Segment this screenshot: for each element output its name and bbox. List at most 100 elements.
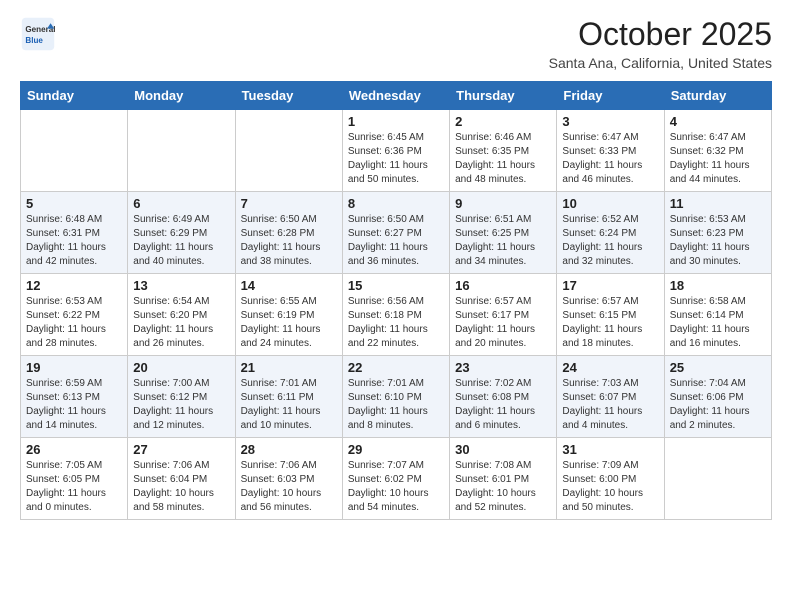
day-info: Sunrise: 7:08 AMSunset: 6:01 PMDaylight:… xyxy=(455,459,551,515)
day-number: 24 xyxy=(562,360,658,375)
calendar-table: Sunday Monday Tuesday Wednesday Thursday… xyxy=(20,81,772,520)
table-row: 31Sunrise: 7:09 AMSunset: 6:00 PMDayligh… xyxy=(557,438,664,520)
day-number: 8 xyxy=(348,196,444,211)
table-row: 24 Sunrise: 7:03 AMSunset: 6:07 PMDayligh… xyxy=(557,356,664,438)
table-row: 13 Sunrise: 6:54 AMSunset: 6:20 PMDayligh… xyxy=(128,274,235,356)
table-row: 19 Sunrise: 6:59 AMSunset: 6:13 PMDayligh… xyxy=(21,356,128,438)
day-number: 9 xyxy=(455,196,551,211)
table-row: 2Sunrise: 6:46 AMSunset: 6:35 PMDaylight… xyxy=(450,110,557,192)
day-number: 2 xyxy=(455,114,551,129)
day-info: Sunrise: 6:51 AMSunset: 6:25 PMDaylight:… xyxy=(455,213,551,269)
table-row: 25 Sunrise: 7:04 AMSunset: 6:06 PMDayligh… xyxy=(664,356,771,438)
calendar-week-row: 26Sunrise: 7:05 AMSunset: 6:05 PMDayligh… xyxy=(21,438,772,520)
day-number: 20 xyxy=(133,360,229,375)
table-row xyxy=(128,110,235,192)
day-number: 29 xyxy=(348,442,444,457)
day-number: 26 xyxy=(26,442,122,457)
table-row xyxy=(21,110,128,192)
day-info: Sunrise: 7:03 AMSunset: 6:07 PMDaylight:… xyxy=(562,377,658,433)
table-row: 30Sunrise: 7:08 AMSunset: 6:01 PMDayligh… xyxy=(450,438,557,520)
col-wednesday: Wednesday xyxy=(342,82,449,110)
day-info: Sunrise: 6:57 AMSunset: 6:15 PMDaylight:… xyxy=(562,295,658,351)
day-info: Sunrise: 7:06 AMSunset: 6:03 PMDaylight:… xyxy=(241,459,337,515)
table-row: 29Sunrise: 7:07 AMSunset: 6:02 PMDayligh… xyxy=(342,438,449,520)
day-info: Sunrise: 6:53 AMSunset: 6:22 PMDaylight:… xyxy=(26,295,122,351)
day-number: 17 xyxy=(562,278,658,293)
col-tuesday: Tuesday xyxy=(235,82,342,110)
day-info: Sunrise: 7:01 AMSunset: 6:10 PMDaylight:… xyxy=(348,377,444,433)
table-row: 6 Sunrise: 6:49 AMSunset: 6:29 PMDaylight… xyxy=(128,192,235,274)
day-number: 16 xyxy=(455,278,551,293)
table-row: 27Sunrise: 7:06 AMSunset: 6:04 PMDayligh… xyxy=(128,438,235,520)
day-info: Sunrise: 7:00 AMSunset: 6:12 PMDaylight:… xyxy=(133,377,229,433)
calendar-week-row: 1Sunrise: 6:45 AMSunset: 6:36 PMDaylight… xyxy=(21,110,772,192)
day-info: Sunrise: 6:50 AMSunset: 6:27 PMDaylight:… xyxy=(348,213,444,269)
day-number: 3 xyxy=(562,114,658,129)
day-number: 15 xyxy=(348,278,444,293)
day-info: Sunrise: 6:54 AMSunset: 6:20 PMDaylight:… xyxy=(133,295,229,351)
table-row: 18 Sunrise: 6:58 AMSunset: 6:14 PMDayligh… xyxy=(664,274,771,356)
table-row xyxy=(664,438,771,520)
svg-text:Blue: Blue xyxy=(25,36,43,45)
day-info: Sunrise: 6:52 AMSunset: 6:24 PMDaylight:… xyxy=(562,213,658,269)
table-row: 21 Sunrise: 7:01 AMSunset: 6:11 PMDayligh… xyxy=(235,356,342,438)
day-info: Sunrise: 6:56 AMSunset: 6:18 PMDaylight:… xyxy=(348,295,444,351)
day-info: Sunrise: 6:45 AMSunset: 6:36 PMDaylight:… xyxy=(348,131,444,187)
table-row: 9 Sunrise: 6:51 AMSunset: 6:25 PMDaylight… xyxy=(450,192,557,274)
table-row: 10 Sunrise: 6:52 AMSunset: 6:24 PMDayligh… xyxy=(557,192,664,274)
table-row: 8 Sunrise: 6:50 AMSunset: 6:27 PMDaylight… xyxy=(342,192,449,274)
table-row: 7Sunrise: 6:50 AMSunset: 6:28 PMDaylight… xyxy=(235,192,342,274)
day-number: 18 xyxy=(670,278,766,293)
day-info: Sunrise: 6:57 AMSunset: 6:17 PMDaylight:… xyxy=(455,295,551,351)
day-info: Sunrise: 7:06 AMSunset: 6:04 PMDaylight:… xyxy=(133,459,229,515)
table-row: 23Sunrise: 7:02 AMSunset: 6:08 PMDayligh… xyxy=(450,356,557,438)
table-row: 12 Sunrise: 6:53 AMSunset: 6:22 PMDayligh… xyxy=(21,274,128,356)
col-friday: Friday xyxy=(557,82,664,110)
day-number: 19 xyxy=(26,360,122,375)
table-row: 15 Sunrise: 6:56 AMSunset: 6:18 PMDayligh… xyxy=(342,274,449,356)
day-number: 10 xyxy=(562,196,658,211)
table-row: 4 Sunrise: 6:47 AMSunset: 6:32 PMDaylight… xyxy=(664,110,771,192)
table-row: 22 Sunrise: 7:01 AMSunset: 6:10 PMDayligh… xyxy=(342,356,449,438)
day-info: Sunrise: 6:47 AMSunset: 6:32 PMDaylight:… xyxy=(670,131,766,187)
logo: General Blue xyxy=(20,16,56,52)
table-row: 20 Sunrise: 7:00 AMSunset: 6:12 PMDayligh… xyxy=(128,356,235,438)
page-container: General Blue October 2025 Santa Ana, Cal… xyxy=(0,0,792,540)
header-area: General Blue October 2025 Santa Ana, Cal… xyxy=(20,16,772,71)
col-thursday: Thursday xyxy=(450,82,557,110)
day-info: Sunrise: 6:49 AMSunset: 6:29 PMDaylight:… xyxy=(133,213,229,269)
day-number: 23 xyxy=(455,360,551,375)
col-sunday: Sunday xyxy=(21,82,128,110)
table-row: 28 Sunrise: 7:06 AMSunset: 6:03 PMDayligh… xyxy=(235,438,342,520)
day-number: 5 xyxy=(26,196,122,211)
table-row: 17 Sunrise: 6:57 AMSunset: 6:15 PMDayligh… xyxy=(557,274,664,356)
day-info: Sunrise: 6:59 AMSunset: 6:13 PMDaylight:… xyxy=(26,377,122,433)
col-monday: Monday xyxy=(128,82,235,110)
day-number: 13 xyxy=(133,278,229,293)
title-area: October 2025 Santa Ana, California, Unit… xyxy=(549,16,772,71)
day-number: 21 xyxy=(241,360,337,375)
day-info: Sunrise: 6:58 AMSunset: 6:14 PMDaylight:… xyxy=(670,295,766,351)
day-number: 4 xyxy=(670,114,766,129)
table-row: 5Sunrise: 6:48 AMSunset: 6:31 PMDaylight… xyxy=(21,192,128,274)
table-row xyxy=(235,110,342,192)
table-row: 1Sunrise: 6:45 AMSunset: 6:36 PMDaylight… xyxy=(342,110,449,192)
day-number: 25 xyxy=(670,360,766,375)
day-info: Sunrise: 7:04 AMSunset: 6:06 PMDaylight:… xyxy=(670,377,766,433)
day-number: 14 xyxy=(241,278,337,293)
day-info: Sunrise: 7:01 AMSunset: 6:11 PMDaylight:… xyxy=(241,377,337,433)
calendar-week-row: 19 Sunrise: 6:59 AMSunset: 6:13 PMDayligh… xyxy=(21,356,772,438)
table-row: 11Sunrise: 6:53 AMSunset: 6:23 PMDayligh… xyxy=(664,192,771,274)
table-row: 26Sunrise: 7:05 AMSunset: 6:05 PMDayligh… xyxy=(21,438,128,520)
day-info: Sunrise: 6:47 AMSunset: 6:33 PMDaylight:… xyxy=(562,131,658,187)
col-saturday: Saturday xyxy=(664,82,771,110)
day-number: 6 xyxy=(133,196,229,211)
day-number: 12 xyxy=(26,278,122,293)
day-number: 22 xyxy=(348,360,444,375)
day-info: Sunrise: 6:50 AMSunset: 6:28 PMDaylight:… xyxy=(241,213,337,269)
calendar-week-row: 5Sunrise: 6:48 AMSunset: 6:31 PMDaylight… xyxy=(21,192,772,274)
day-number: 28 xyxy=(241,442,337,457)
day-info: Sunrise: 6:53 AMSunset: 6:23 PMDaylight:… xyxy=(670,213,766,269)
month-title: October 2025 xyxy=(549,16,772,53)
table-row: 3 Sunrise: 6:47 AMSunset: 6:33 PMDaylight… xyxy=(557,110,664,192)
